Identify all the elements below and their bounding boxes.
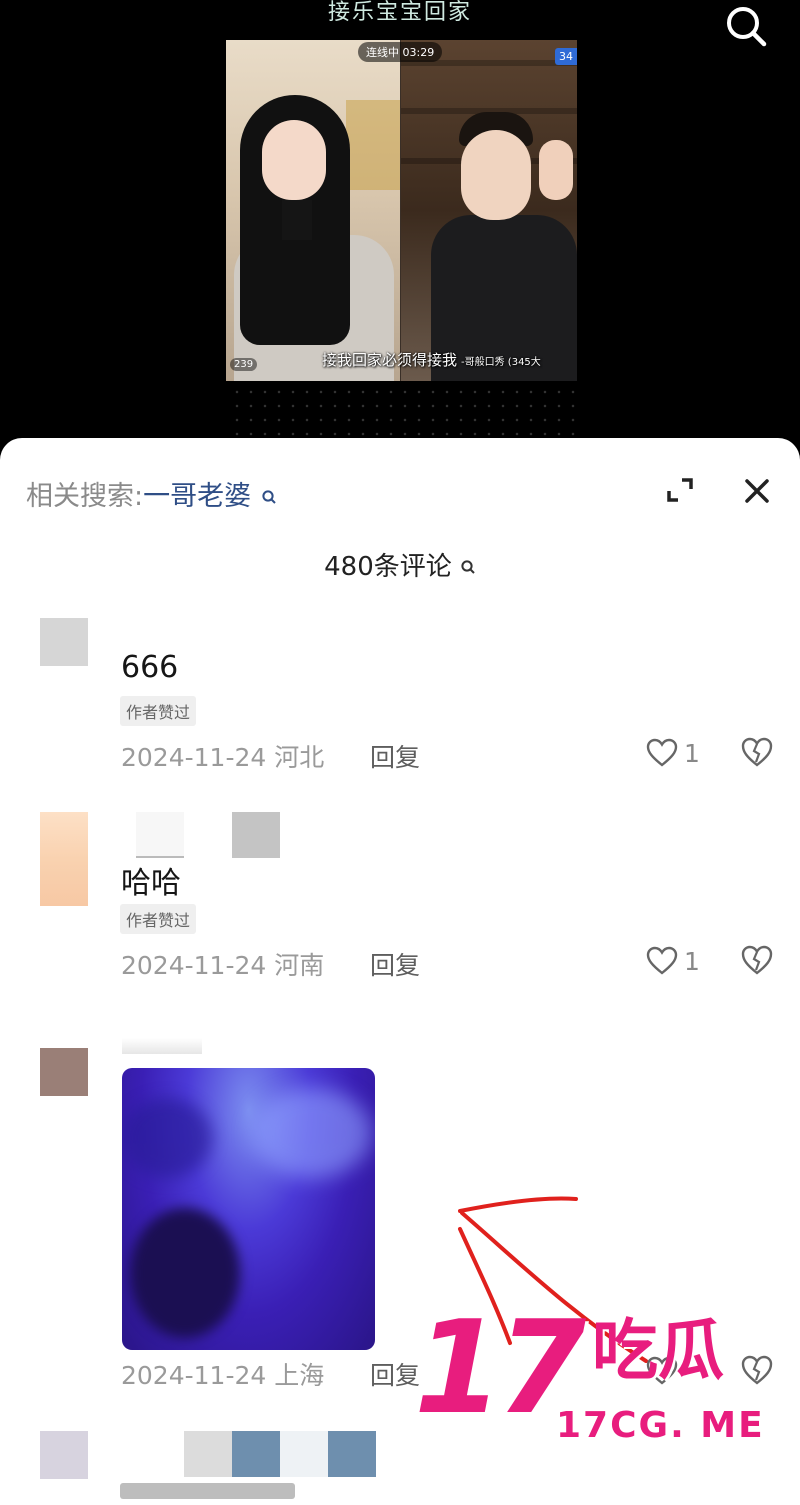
video-subtitle: 接我回家必须得接我 -哥般口秀 (345大 [322, 349, 541, 370]
search-icon[interactable] [455, 560, 476, 579]
dislike-icon[interactable] [740, 944, 774, 978]
author-liked-tag: 作者赞过 [120, 696, 197, 726]
avatar[interactable] [40, 1431, 88, 1479]
related-search-label: 相关搜索: [26, 481, 144, 512]
like-button[interactable]: 1 [646, 944, 700, 978]
comment-text-placeholder [120, 1483, 295, 1499]
dislike-icon[interactable] [740, 736, 774, 770]
reply-button[interactable]: 回复 [370, 946, 420, 982]
like-count: 1 [684, 946, 700, 976]
comment-date: 2024-11-24 [121, 743, 267, 772]
video-title: 接乐宝宝回家 [327, 0, 472, 25]
decorative-sparkles [230, 385, 575, 440]
blurred-username [122, 1038, 202, 1054]
avatar[interactable] [40, 812, 88, 906]
streamer-left-face [262, 120, 326, 200]
video-player[interactable]: 连线中 03:29 34 239 接我回家必须得接我 -哥般口秀 (345大 [226, 40, 577, 381]
comment-meta: 2024-11-24 河南 [121, 946, 324, 982]
related-search-term[interactable]: 一哥老婆 [143, 481, 251, 512]
search-icon[interactable] [722, 2, 770, 50]
subtitle-main: 接我回家必须得接我 [322, 351, 458, 369]
comment-count-label: 480条评论 [324, 552, 452, 582]
comment-count-title: 480条评论 [0, 546, 800, 583]
like-count: 1 [684, 738, 700, 768]
video-area[interactable]: 接乐宝宝回家 连线中 03:29 34 239 接我回家必须得接我-哥般口秀 [0, 0, 800, 450]
blurred-username [232, 812, 280, 858]
dislike-icon[interactable] [740, 1354, 774, 1388]
reply-button[interactable]: 回复 [370, 1356, 420, 1392]
author-liked-tag: 作者赞过 [120, 904, 197, 934]
video-pane-right [401, 40, 577, 381]
comment-location: 河北 [274, 743, 325, 772]
comment-text: 哈哈 [121, 866, 181, 901]
reply-button[interactable]: 回复 [370, 738, 420, 774]
search-icon [255, 489, 277, 510]
watermark-url: 17CG. ME [556, 1405, 765, 1446]
like-button[interactable]: 1 [646, 736, 700, 770]
connection-timer: 连线中 03:29 [358, 42, 443, 62]
comment-meta: 2024-11-24 河北 [121, 738, 324, 774]
video-pane-left [226, 40, 400, 381]
comment-image[interactable] [122, 1068, 375, 1350]
watermark-chars: 吃瓜 [592, 1312, 724, 1389]
heart-icon [646, 946, 678, 975]
comment-text: 666 [121, 650, 179, 685]
comment-location: 河南 [274, 951, 325, 980]
waving-hand [539, 140, 573, 200]
corner-badge: 34 [555, 48, 577, 65]
comment-date: 2024-11-24 [121, 951, 267, 980]
comment-date: 2024-11-24 [121, 1361, 267, 1390]
subtitle-small: -哥般口秀 (345大 [461, 357, 541, 368]
viewer-count: 239 [230, 358, 258, 371]
close-icon[interactable] [740, 474, 774, 508]
avatar[interactable] [40, 1048, 88, 1096]
related-search[interactable]: 相关搜索:一哥老婆 [26, 474, 277, 513]
comment-meta: 2024-11-24 上海 [121, 1356, 324, 1392]
heart-icon [646, 738, 678, 767]
comment-location: 上海 [274, 1361, 325, 1390]
streamer-right-face [461, 130, 531, 220]
avatar[interactable] [40, 618, 88, 666]
blurred-username [136, 812, 184, 858]
blurred-username [184, 1431, 232, 1477]
expand-icon[interactable] [664, 474, 696, 506]
